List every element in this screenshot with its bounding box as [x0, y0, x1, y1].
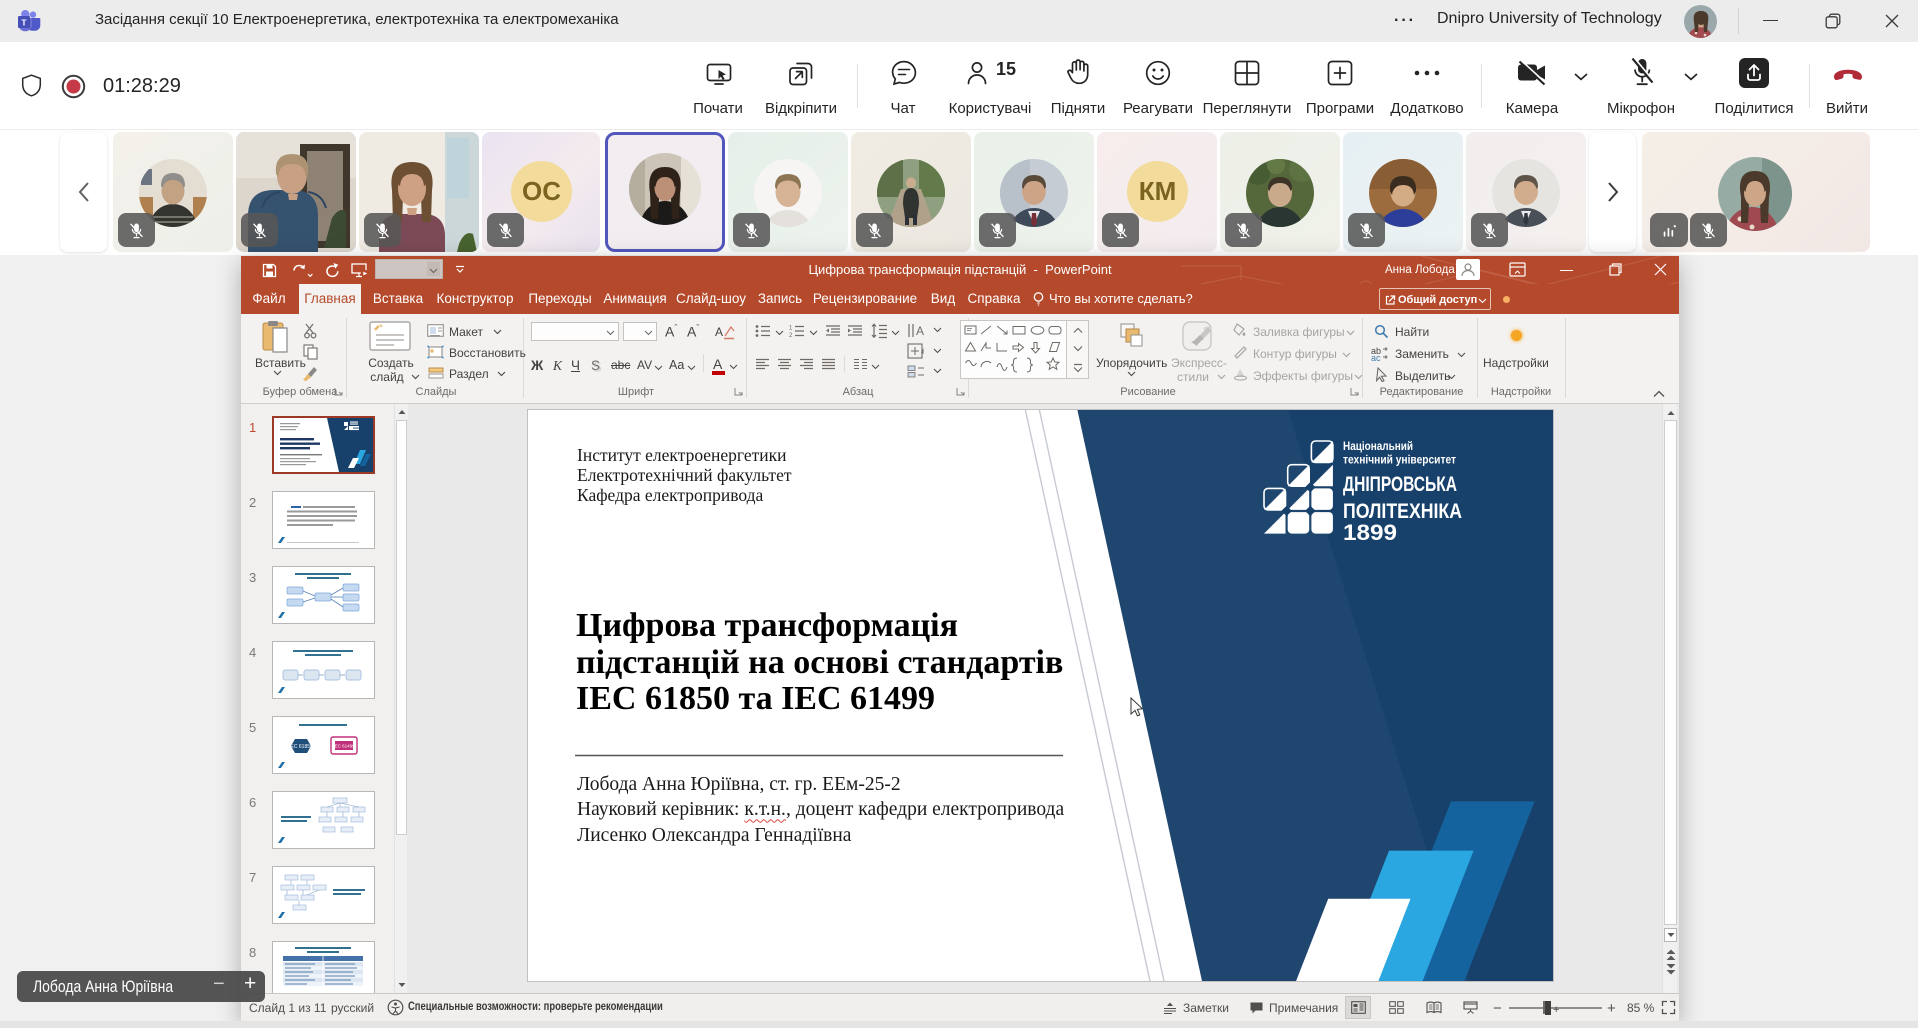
svg-text:A: A [916, 324, 924, 338]
svg-text:ДНІПРОВСЬКА: ДНІПРОВСЬКА [1343, 473, 1457, 496]
svg-text:технічний університет: технічний університет [1343, 455, 1456, 467]
svg-text:T: T [21, 17, 27, 27]
svg-text:IEC 61499: IEC 61499 [333, 744, 355, 749]
svg-text:ac: ac [1371, 353, 1381, 361]
svg-text:IEC 61850: IEC 61850 [289, 744, 313, 750]
svg-text:Національний: Національний [1343, 441, 1413, 453]
svg-text:1899: 1899 [1343, 520, 1397, 545]
svg-text:2: 2 [789, 333, 793, 338]
svg-text:A: A [715, 325, 723, 339]
svg-text:1: 1 [789, 326, 793, 332]
